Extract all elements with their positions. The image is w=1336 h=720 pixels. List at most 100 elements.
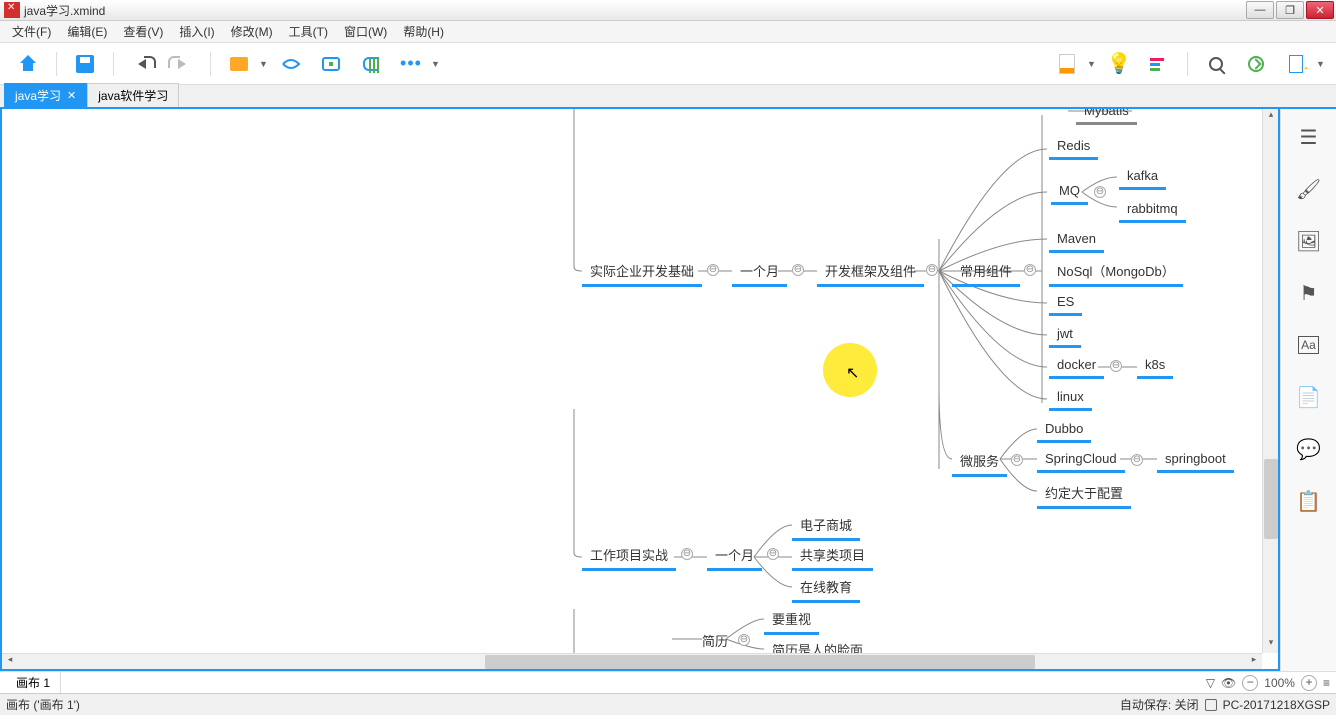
collapse-springcloud[interactable]: ⊖: [1131, 454, 1143, 466]
node-k8s[interactable]: k8s: [1137, 353, 1173, 379]
export-button[interactable]: [1280, 48, 1312, 80]
zoom-out-button[interactable]: −: [1242, 675, 1258, 691]
collapse-practice[interactable]: ⊖: [681, 548, 693, 560]
collapse-components[interactable]: ⊖: [1024, 264, 1036, 276]
zoom-value: 100%: [1264, 676, 1295, 690]
node-rabbitmq[interactable]: rabbitmq: [1119, 197, 1186, 223]
node-mq[interactable]: MQ: [1051, 179, 1088, 205]
tab-active[interactable]: java学习 ✕: [4, 83, 87, 107]
node-sharing[interactable]: 共享类项目: [792, 541, 873, 571]
image-panel-icon[interactable]: 🖼: [1297, 229, 1321, 253]
format-panel-icon[interactable]: 🖌: [1297, 177, 1321, 201]
notes-panel-icon[interactable]: 📄: [1297, 385, 1321, 409]
collapse-resume[interactable]: ⊖: [738, 634, 750, 646]
print-icon: [230, 57, 248, 71]
zoom-in-button[interactable]: +: [1301, 675, 1317, 691]
node-dev-framework[interactable]: 开发框架及组件: [817, 257, 924, 287]
menu-tools[interactable]: 工具(T): [281, 21, 336, 42]
vertical-scrollbar[interactable]: ▴ ▾: [1262, 109, 1278, 653]
boundary-icon: [322, 57, 340, 71]
print-dropdown[interactable]: ▼: [259, 59, 271, 69]
node-springcloud[interactable]: SpringCloud: [1037, 447, 1125, 473]
node-mybatis[interactable]: Mybatis: [1076, 109, 1137, 125]
text-panel-icon[interactable]: Aa: [1297, 333, 1321, 357]
node-common-components[interactable]: 常用组件: [952, 257, 1020, 287]
menu-help[interactable]: 帮助(H): [395, 21, 452, 42]
scroll-left-button[interactable]: ◂: [2, 654, 18, 670]
mindmap-canvas[interactable]: ↖ Mybatis Redis MQ ⊖ kafka rabbitmq Mave…: [2, 109, 1278, 653]
marker-panel-icon[interactable]: ⚑: [1297, 281, 1321, 305]
node-microservice[interactable]: 微服务: [952, 447, 1007, 477]
scroll-up-button[interactable]: ▴: [1263, 109, 1279, 125]
horizontal-scrollbar[interactable]: ◂ ▸: [2, 653, 1262, 669]
save-button[interactable]: [69, 48, 101, 80]
share-button[interactable]: [1240, 48, 1272, 80]
node-redis[interactable]: Redis: [1049, 134, 1098, 160]
node-linux[interactable]: linux: [1049, 385, 1092, 411]
collapse-month-b[interactable]: ⊖: [767, 548, 779, 560]
collapse-month-a[interactable]: ⊖: [792, 264, 804, 276]
task-panel-icon[interactable]: 📋: [1297, 489, 1321, 513]
node-online-edu[interactable]: 在线教育: [792, 573, 860, 603]
zoom-controls: ▽ 👁 − 100% + ≡: [1206, 675, 1330, 691]
vscroll-thumb[interactable]: [1264, 459, 1278, 539]
node-project-practice[interactable]: 工作项目实战: [582, 541, 676, 571]
gantt-button[interactable]: [1143, 48, 1175, 80]
redo-icon: [178, 59, 186, 69]
minimize-button[interactable]: —: [1246, 1, 1274, 19]
node-config-over[interactable]: 约定大于配置: [1037, 479, 1131, 509]
menu-view[interactable]: 查看(V): [115, 21, 171, 42]
more-button[interactable]: •••: [395, 48, 427, 80]
menu-file[interactable]: 文件(F): [4, 21, 59, 42]
relationship-button[interactable]: [275, 48, 307, 80]
close-button[interactable]: ✕: [1306, 1, 1334, 19]
filter-icon[interactable]: ▽: [1206, 676, 1215, 690]
presentation-button[interactable]: [1051, 48, 1083, 80]
outline-panel-icon[interactable]: ☰: [1297, 125, 1321, 149]
node-enterprise-basics[interactable]: 实际企业开发基础: [582, 257, 702, 287]
redo-button[interactable]: [166, 48, 198, 80]
home-button[interactable]: [12, 48, 44, 80]
node-docker[interactable]: docker: [1049, 353, 1104, 379]
scroll-right-button[interactable]: ▸: [1246, 654, 1262, 670]
menu-edit[interactable]: 编辑(E): [59, 21, 115, 42]
tab-close-icon[interactable]: ✕: [67, 89, 76, 102]
fit-icon[interactable]: ≡: [1323, 676, 1330, 690]
node-dubbo[interactable]: Dubbo: [1037, 417, 1091, 443]
menu-modify[interactable]: 修改(M): [223, 21, 281, 42]
menu-insert[interactable]: 插入(I): [171, 21, 222, 42]
presentation-dropdown[interactable]: ▼: [1087, 59, 1099, 69]
node-jwt[interactable]: jwt: [1049, 322, 1081, 348]
comments-panel-icon[interactable]: 💬: [1297, 437, 1321, 461]
node-es[interactable]: ES: [1049, 290, 1082, 316]
tab-inactive[interactable]: java软件学习: [87, 83, 179, 107]
maximize-button[interactable]: ❐: [1276, 1, 1304, 19]
undo-button[interactable]: [126, 48, 158, 80]
summary-button[interactable]: [355, 48, 387, 80]
print-button[interactable]: [223, 48, 255, 80]
node-ecommerce[interactable]: 电子商城: [792, 511, 860, 541]
tab-active-label: java学习: [15, 87, 61, 104]
node-nosql[interactable]: NoSql（MongoDb）: [1049, 257, 1183, 287]
collapse-framework[interactable]: ⊖: [926, 264, 938, 276]
node-one-month-b[interactable]: 一个月: [707, 541, 762, 571]
collapse-microservice[interactable]: ⊖: [1011, 454, 1023, 466]
hscroll-thumb[interactable]: [485, 655, 1035, 669]
menu-window[interactable]: 窗口(W): [336, 21, 395, 42]
node-important[interactable]: 要重视: [764, 605, 819, 635]
collapse-mq[interactable]: ⊖: [1094, 186, 1106, 198]
scroll-down-button[interactable]: ▾: [1263, 637, 1279, 653]
boundary-button[interactable]: [315, 48, 347, 80]
brainstorm-button[interactable]: 💡: [1103, 48, 1135, 80]
node-kafka[interactable]: kafka: [1119, 164, 1166, 190]
export-dropdown[interactable]: ▼: [1316, 59, 1328, 69]
collapse-enterprise[interactable]: ⊖: [707, 264, 719, 276]
sheet-tab[interactable]: 画布 1: [6, 672, 61, 693]
search-button[interactable]: [1200, 48, 1232, 80]
collapse-docker[interactable]: ⊖: [1110, 360, 1122, 372]
node-springboot[interactable]: springboot: [1157, 447, 1234, 473]
node-one-month-a[interactable]: 一个月: [732, 257, 787, 287]
eye-icon[interactable]: 👁: [1221, 676, 1236, 690]
node-maven[interactable]: Maven: [1049, 227, 1104, 253]
more-dropdown[interactable]: ▼: [431, 59, 443, 69]
